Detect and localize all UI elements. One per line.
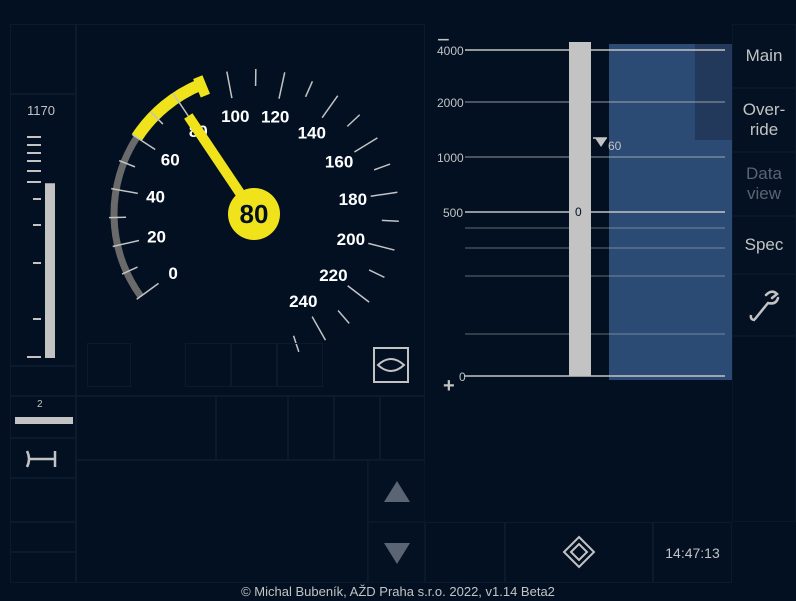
speed-label-200: 200	[337, 230, 365, 249]
speed-indicator-label: 60	[608, 139, 622, 153]
speed-label-180: 180	[339, 190, 367, 209]
arrow-down-icon	[383, 542, 410, 564]
speed-tick	[278, 72, 286, 99]
message-area	[76, 460, 368, 583]
speed-label-240: 240	[289, 292, 317, 311]
speed-tick	[368, 242, 395, 251]
distance-bar	[45, 183, 55, 358]
current-speed-value: 80	[240, 199, 269, 229]
speed-label-20: 20	[147, 227, 166, 246]
override-label: Over- ride	[742, 100, 786, 139]
speed-hook	[193, 75, 211, 98]
eye-icon	[376, 358, 406, 372]
a1-area	[10, 24, 76, 94]
speedometer-area: 02040608010012014016018020022024080	[76, 24, 425, 396]
mode-area[interactable]	[10, 438, 76, 478]
speed-tick	[321, 95, 339, 119]
data-view-label: Data view	[746, 164, 782, 203]
copyright-footer: © Michal Bubeník, AŽD Praha s.r.o. 2022,…	[241, 584, 555, 599]
c-area-3	[10, 552, 76, 583]
speedometer: 02040608010012014016018020022024080	[109, 69, 399, 353]
arrow-up-icon	[383, 481, 410, 502]
speed-tick	[346, 114, 361, 127]
e5-area	[380, 396, 425, 460]
override-button[interactable]: Over- ride	[732, 88, 796, 152]
speed-tick	[304, 80, 314, 98]
clock-area: 14:47:13	[653, 522, 732, 583]
distance-label-1000: 1000	[437, 151, 464, 165]
speed-label-140: 140	[298, 123, 326, 142]
data-view-button[interactable]: Data view	[732, 152, 796, 216]
settings-button[interactable]	[732, 274, 796, 336]
spec-label: Spec	[744, 235, 784, 254]
g1-area	[425, 522, 505, 583]
distance-label-0: 0	[459, 370, 466, 384]
clock: 14:47:13	[665, 544, 720, 561]
eye-button[interactable]	[373, 347, 409, 383]
b6-indicator	[277, 343, 323, 387]
speed-label-40: 40	[146, 187, 165, 206]
menu-empty-area	[732, 336, 796, 522]
a3-area	[10, 366, 76, 396]
speed-label-120: 120	[261, 107, 289, 126]
level-area[interactable]	[505, 522, 653, 583]
speed-profile-step	[695, 44, 732, 140]
speed-label-100: 100	[221, 107, 249, 126]
distance-label-500: 500	[443, 206, 464, 220]
planning-area: − 4000 2000 1000 500 0 0 60 +	[425, 24, 732, 398]
level-crossing-icon	[562, 535, 596, 569]
e2-area	[216, 396, 288, 460]
speed-tick	[354, 137, 378, 153]
speed-tick	[226, 71, 233, 99]
b3-indicator	[87, 343, 131, 387]
zoom-in-button[interactable]: +	[443, 375, 455, 398]
brake-percentage-area: 2	[10, 396, 76, 438]
e4-area	[334, 396, 380, 460]
e3-area	[288, 396, 334, 460]
speed-tick	[381, 219, 399, 223]
c-area-1	[10, 478, 76, 522]
c-area-2	[10, 522, 76, 552]
brake-percentage-bar	[15, 417, 73, 424]
speed-tick	[373, 163, 391, 171]
speed-tick	[311, 316, 327, 341]
speed-label-0: 0	[168, 264, 177, 283]
distance-panel: 1170	[10, 94, 76, 366]
speed-label-220: 220	[319, 266, 347, 285]
speed-tick	[337, 310, 350, 324]
scroll-up-button[interactable]	[368, 460, 425, 522]
buffer-stop-icon	[25, 450, 57, 468]
main-button[interactable]: Main	[732, 24, 796, 88]
b5-indicator	[231, 343, 277, 387]
speed-tick	[368, 269, 385, 279]
speed-tick	[347, 285, 370, 303]
speed-indicator-triangle	[595, 138, 607, 147]
distance-label-4000: 4000	[437, 44, 464, 58]
e1-area	[76, 396, 216, 460]
scroll-down-button[interactable]	[368, 522, 425, 583]
brake-percentage-value: 2	[37, 399, 43, 410]
distance-scale	[27, 136, 55, 358]
speed-tick	[370, 191, 398, 198]
main-label: Main	[745, 46, 783, 65]
speed-label-160: 160	[325, 152, 353, 171]
speed-label-60: 60	[161, 150, 180, 169]
spec-button[interactable]: Spec	[732, 216, 796, 274]
distance-label-2000: 2000	[437, 96, 464, 110]
b4-indicator	[185, 343, 231, 387]
wrench-icon	[749, 290, 780, 322]
bar-label: 0	[575, 205, 582, 219]
